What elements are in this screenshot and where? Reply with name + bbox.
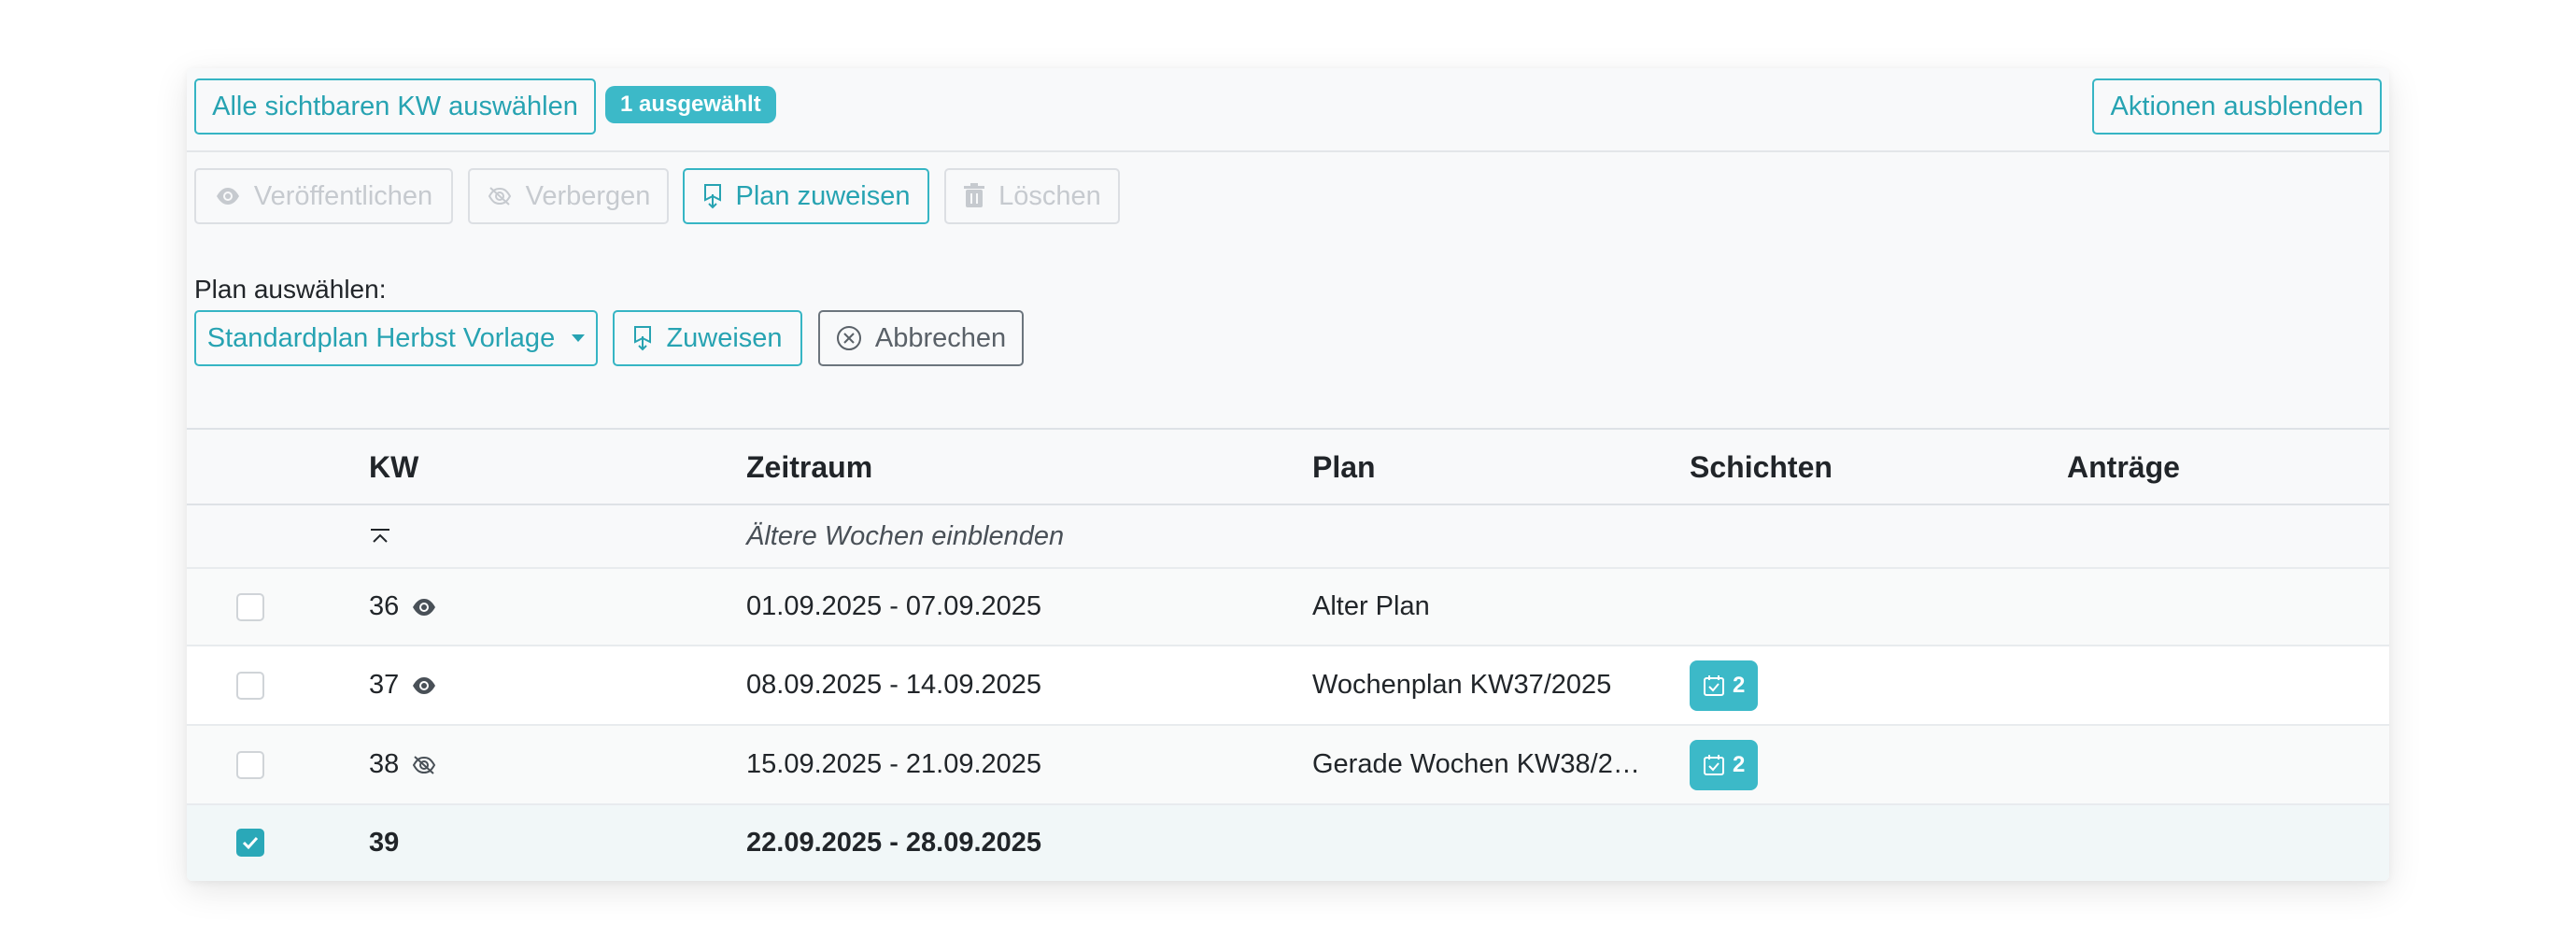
plan-select-label: Plan auswählen: [194,275,387,304]
plan-select-value: Standardplan Herbst Vorlage [206,322,556,353]
eye-slash-icon [413,755,436,774]
header-plan: Plan [1312,450,1376,484]
plan-cell: Alter Plan [1312,591,1430,621]
kw-number: 39 [369,828,400,858]
table-row-selected[interactable]: 39 22.09.2025 - 28.09.2025 [187,805,2389,881]
actions-panel: Alle sichtbaren KW auswählen 1 ausgewähl… [187,68,2389,428]
hide-label: Verbergen [525,180,651,211]
kw-number: 38 [369,749,400,779]
eye-icon [216,188,239,205]
shifts-badge[interactable]: 2 [1690,739,1759,790]
confirm-assign-button[interactable]: Zuweisen [613,310,802,366]
hide-actions-button[interactable]: Aktionen ausblenden [2092,78,2382,135]
delete-button[interactable]: Löschen [944,168,1120,224]
publish-label: Veröffentlichen [253,180,433,211]
confirm-assign-label: Zuweisen [666,322,783,353]
eye-icon [413,598,436,616]
show-older-weeks-row[interactable]: Ältere Wochen einblenden [187,505,2389,569]
period-cell: 01.09.2025 - 07.09.2025 [746,591,1042,621]
header-shifts: Schichten [1690,450,1833,484]
chevron-bar-up-icon [371,529,389,543]
plan-select-dropdown[interactable]: Standardplan Herbst Vorlage [194,310,598,366]
show-older-weeks-label[interactable]: Ältere Wochen einblenden [746,505,1064,567]
row-checkbox[interactable] [236,593,264,621]
assign-plan-label: Plan zuweisen [735,180,911,211]
publish-button[interactable]: Veröffentlichen [194,168,453,224]
kw-number: 37 [369,670,400,700]
select-all-weeks-button[interactable]: Alle sichtbaren KW auswählen [194,78,596,135]
chevron-down-icon [572,334,586,342]
assign-plan-button[interactable]: Plan zuweisen [683,168,929,224]
shifts-badge[interactable]: 2 [1690,660,1759,711]
calendar-check-icon [1704,674,1724,696]
delete-label: Löschen [998,180,1101,211]
x-circle-icon [836,326,861,350]
hide-button[interactable]: Verbergen [468,168,669,224]
cancel-label: Abbrechen [874,322,1007,353]
cancel-button[interactable]: Abbrechen [818,310,1024,366]
shifts-count: 2 [1733,672,1746,698]
kw-number: 36 [369,591,400,621]
trash-icon [964,183,985,207]
period-cell: 22.09.2025 - 28.09.2025 [746,828,1042,858]
row-checkbox[interactable] [236,672,264,700]
table-row[interactable]: 38 15.09.2025 - 21.09.2025 Gerade Wochen… [187,726,2389,805]
plan-cell: Wochenplan KW37/2025 [1312,670,1612,700]
hide-actions-label: Aktionen ausblenden [2110,91,2364,121]
calendar-check-icon [1704,754,1724,775]
selected-count-badge: 1 ausgewählt [605,86,776,123]
table-header: KW Zeitraum Plan Schichten Anträge [187,428,2389,505]
toolbar-divider [187,150,2389,152]
eye-slash-icon [488,187,511,206]
selected-count-label: 1 ausgewählt [620,92,761,117]
period-cell: 15.09.2025 - 21.09.2025 [746,749,1042,779]
row-checkbox[interactable] [236,751,264,779]
period-cell: 08.09.2025 - 14.09.2025 [746,670,1042,700]
bookmark-download-icon [634,326,652,351]
header-kw: KW [369,450,419,484]
table-row[interactable]: 37 08.09.2025 - 14.09.2025 Wochenplan KW… [187,646,2389,726]
bookmark-download-icon [703,184,721,209]
table-row[interactable]: 36 01.09.2025 - 07.09.2025 Alter Plan [187,569,2389,646]
check-icon [242,836,259,850]
row-checkbox-checked[interactable] [236,829,264,857]
plan-cell: Gerade Wochen KW38/2… [1312,749,1640,779]
header-requests: Anträge [2067,450,2180,484]
eye-icon [413,676,436,694]
week-management-card: Alle sichtbaren KW auswählen 1 ausgewähl… [187,68,2389,881]
shifts-count: 2 [1733,751,1746,777]
select-all-weeks-label: Alle sichtbaren KW auswählen [212,91,578,121]
header-period: Zeitraum [746,450,873,484]
